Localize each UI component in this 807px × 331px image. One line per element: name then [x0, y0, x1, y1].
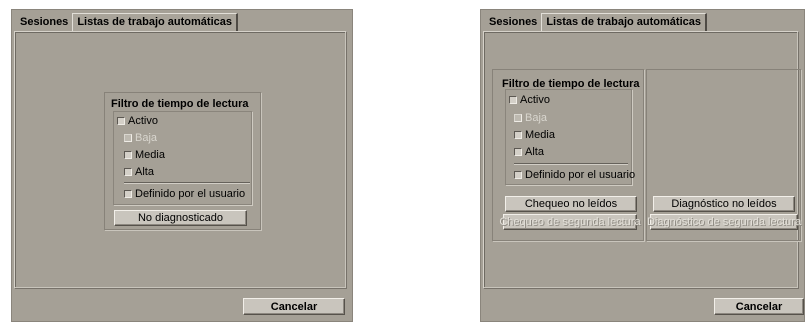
cancel-button[interactable]: Cancelar	[243, 298, 345, 315]
option-media[interactable]: Media	[514, 129, 555, 141]
checkbox-icon[interactable]	[117, 117, 125, 125]
tab-sesiones[interactable]: Sesiones	[485, 14, 541, 32]
tab-content: Filtro de tiempo de lectura Activo Baja …	[483, 31, 801, 289]
checkbox-icon[interactable]	[514, 171, 522, 179]
filter-title: Filtro de tiempo de lectura	[111, 98, 249, 110]
filter-options-frame: Activo Baja Media Alta Definido por el u…	[505, 89, 635, 185]
option-definido-usuario[interactable]: Definido por el usuario	[124, 188, 245, 200]
chequeo-no-leidos-button[interactable]: Chequeo no leídos	[505, 196, 637, 212]
chequeo-group: Filtro de tiempo de lectura Activo Baja …	[492, 69, 644, 241]
filter-group: Filtro de tiempo de lectura Activo Baja …	[104, 92, 261, 230]
checkbox-icon[interactable]	[124, 134, 132, 142]
checkbox-icon[interactable]	[124, 151, 132, 159]
separator	[514, 163, 628, 165]
tab-listas-automaticas[interactable]: Listas de trabajo automáticas	[72, 13, 238, 32]
tab-content: Filtro de tiempo de lectura Activo Baja …	[14, 31, 347, 289]
tab-bar: Sesiones Listas de trabajo automáticas	[16, 13, 238, 32]
right-dialog-panel: Sesiones Listas de trabajo automáticas F…	[480, 9, 805, 322]
chequeo-segunda-lectura-button[interactable]: Chequeo de segunda lectura	[499, 214, 641, 230]
checkbox-icon[interactable]	[124, 168, 132, 176]
checkbox-icon[interactable]	[514, 114, 522, 122]
option-alta[interactable]: Alta	[124, 166, 154, 178]
diagnostico-no-leidos-button[interactable]: Diagnóstico no leídos	[653, 196, 795, 212]
option-baja[interactable]: Baja	[124, 132, 157, 144]
tab-sesiones[interactable]: Sesiones	[16, 14, 72, 32]
checkbox-icon[interactable]	[509, 96, 517, 104]
option-media[interactable]: Media	[124, 149, 165, 161]
tab-listas-automaticas[interactable]: Listas de trabajo automáticas	[541, 13, 707, 32]
diagnostico-group: Diagnóstico no leídos Diagnóstico de seg…	[646, 69, 801, 241]
option-activo[interactable]: Activo	[509, 94, 550, 106]
separator	[124, 182, 250, 184]
diagnostico-segunda-lectura-button[interactable]: Diagnóstico de segunda lectura	[647, 214, 801, 230]
option-alta[interactable]: Alta	[514, 146, 544, 158]
no-diagnosticado-button[interactable]: No diagnosticado	[114, 210, 247, 226]
checkbox-icon[interactable]	[514, 148, 522, 156]
option-definido-usuario[interactable]: Definido por el usuario	[514, 169, 635, 181]
checkbox-icon[interactable]	[514, 131, 522, 139]
checkbox-icon[interactable]	[124, 190, 132, 198]
option-baja[interactable]: Baja	[514, 112, 547, 124]
left-dialog-panel: Sesiones Listas de trabajo automáticas F…	[11, 9, 353, 322]
filter-options-frame: Activo Baja Media Alta Definido por el u…	[113, 111, 252, 205]
tab-bar: Sesiones Listas de trabajo automáticas	[485, 13, 707, 32]
option-activo[interactable]: Activo	[117, 115, 158, 127]
cancel-button[interactable]: Cancelar	[714, 298, 804, 315]
